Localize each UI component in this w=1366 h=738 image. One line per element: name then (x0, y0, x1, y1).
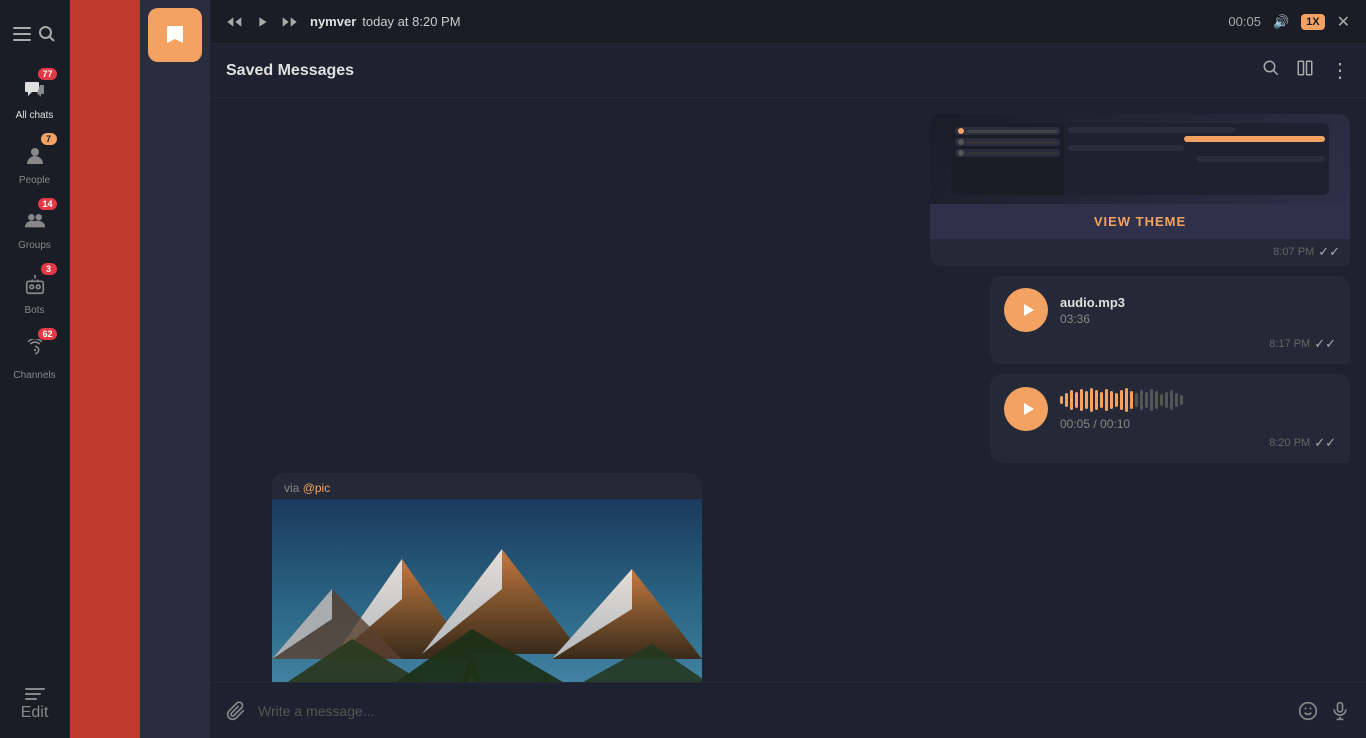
waveform-container: 00:05 / 00:10 (1060, 386, 1336, 431)
theme-preview-main (1064, 123, 1329, 195)
audio-info: nymver today at 8:20 PM (310, 14, 461, 29)
voice-message: 00:05 / 00:10 8:20 PM ✓✓ (990, 374, 1350, 463)
search-chat-button[interactable] (1262, 59, 1280, 82)
read-check-icon: ✓✓ (1318, 244, 1340, 260)
theme-bubble: VIEW THEME 8:07 PM ✓✓ (930, 114, 1350, 266)
play-pause-button[interactable] (254, 14, 270, 30)
saved-messages-tab[interactable] (140, 0, 210, 738)
voice-bubble: 00:05 / 00:10 8:20 PM ✓✓ (990, 374, 1350, 463)
tp-row-3 (955, 149, 1060, 157)
all-chats-label: All chats (16, 110, 54, 121)
tp-msg-right (1184, 136, 1325, 142)
header-actions: ⋮ (1262, 58, 1350, 83)
theme-msg-time: 8:07 PM ✓✓ (930, 239, 1350, 266)
bots-label: Bots (24, 305, 44, 316)
voice-read-icon: ✓✓ (1314, 435, 1336, 451)
sidebar-item-bots[interactable]: 3 Bots (0, 259, 69, 324)
photo-source: @pic (303, 481, 331, 495)
emoji-button[interactable] (1298, 701, 1318, 721)
groups-label: Groups (18, 240, 51, 251)
audio-duration-label: 03:36 (1060, 312, 1336, 326)
photo-message: via @pic (272, 473, 702, 682)
groups-badge: 14 (38, 198, 56, 210)
sidebar-top-actions (0, 8, 69, 60)
chat-list-panel (70, 0, 140, 738)
audio-row: audio.mp3 03:36 (1004, 288, 1336, 332)
audio-details: audio.mp3 03:36 (1060, 295, 1336, 326)
saved-messages-icon (148, 8, 202, 62)
groups-icon: 14 (17, 202, 53, 238)
all-chats-icon: 77 (17, 72, 53, 108)
menu-icon[interactable] (10, 16, 35, 52)
theme-preview-inner (951, 123, 1329, 195)
sidebar-bottom: Edit (0, 682, 69, 738)
all-chats-badge: 77 (38, 68, 56, 80)
audio-duration: 00:05 (1228, 14, 1261, 29)
messages-area: VIEW THEME 8:07 PM ✓✓ audio.mp3 (210, 98, 1366, 682)
more-options-button[interactable]: ⋮ (1330, 58, 1350, 83)
voice-progress: 00:05 / 00:10 (1060, 417, 1336, 431)
audio-file-message: audio.mp3 03:36 8:17 PM ✓✓ (990, 276, 1350, 364)
view-theme-button[interactable]: VIEW THEME (930, 204, 1350, 239)
column-layout-button[interactable] (1296, 59, 1314, 82)
search-icon[interactable] (35, 16, 60, 52)
audio-filename: audio.mp3 (1060, 295, 1336, 310)
voice-msg-time: 8:20 PM ✓✓ (1004, 435, 1336, 451)
tp-msg-left (1068, 127, 1235, 133)
sidebar-item-people[interactable]: 7 People (0, 129, 69, 194)
audio-play-button[interactable] (1004, 288, 1048, 332)
edit-icon (25, 688, 45, 700)
waveform (1060, 386, 1336, 414)
audio-playback-bar: nymver today at 8:20 PM 00:05 🔊 1X ✕ (210, 0, 1366, 44)
sidebar-item-groups[interactable]: 14 Groups (0, 194, 69, 259)
chat-header: Saved Messages ⋮ (210, 44, 1366, 98)
edit-label: Edit (21, 704, 49, 722)
close-audio-button[interactable]: ✕ (1337, 12, 1350, 32)
audio-time-text: today at 8:20 PM (362, 14, 460, 29)
theme-preview-sidebar (951, 123, 1064, 195)
edit-button[interactable]: Edit (0, 682, 69, 728)
microphone-button[interactable] (1330, 701, 1350, 721)
audio-read-icon: ✓✓ (1314, 336, 1336, 352)
sidebar: 77 All chats 7 People 14 Groups (0, 0, 70, 738)
sidebar-item-all-chats[interactable]: 77 All chats (0, 64, 69, 129)
photo-message-row: 🍎 via @pic (226, 473, 1350, 682)
rewind-button[interactable] (226, 14, 242, 30)
forward-button[interactable] (282, 14, 298, 30)
theme-message: VIEW THEME 8:07 PM ✓✓ (930, 114, 1350, 266)
sidebar-item-channels[interactable]: 62 Channels (0, 324, 69, 389)
channels-label: Channels (13, 370, 55, 381)
people-badge: 7 (41, 133, 57, 145)
volume-icon[interactable]: 🔊 (1273, 14, 1289, 30)
channels-badge: 62 (38, 328, 56, 340)
bots-badge: 3 (41, 263, 57, 275)
audio-sender: nymver (310, 14, 356, 29)
channels-icon: 62 (17, 332, 53, 368)
tp-msg-left2 (1068, 145, 1183, 151)
photo-via: via @pic (272, 473, 702, 499)
audio-msg-time: 8:17 PM ✓✓ (1004, 336, 1336, 352)
bots-icon: 3 (17, 267, 53, 303)
photo-bubble: via @pic (272, 473, 702, 682)
photo-image[interactable] (272, 499, 702, 682)
tp-row-1 (955, 127, 1060, 135)
message-input[interactable] (258, 703, 1286, 719)
attach-button[interactable] (226, 701, 246, 721)
audio-file-bubble: audio.mp3 03:36 8:17 PM ✓✓ (990, 276, 1350, 364)
speed-badge[interactable]: 1X (1301, 14, 1324, 30)
people-icon: 7 (17, 137, 53, 173)
people-label: People (19, 175, 50, 186)
main-chat-area: nymver today at 8:20 PM 00:05 🔊 1X ✕ Sav… (210, 0, 1366, 738)
theme-preview (930, 114, 1350, 204)
audio-controls-right: 00:05 🔊 1X ✕ (1228, 12, 1350, 32)
voice-play-button[interactable] (1004, 387, 1048, 431)
chat-title: Saved Messages (226, 62, 1262, 80)
message-input-area (210, 682, 1366, 738)
voice-row: 00:05 / 00:10 (1004, 386, 1336, 431)
tp-row-2 (955, 138, 1060, 146)
